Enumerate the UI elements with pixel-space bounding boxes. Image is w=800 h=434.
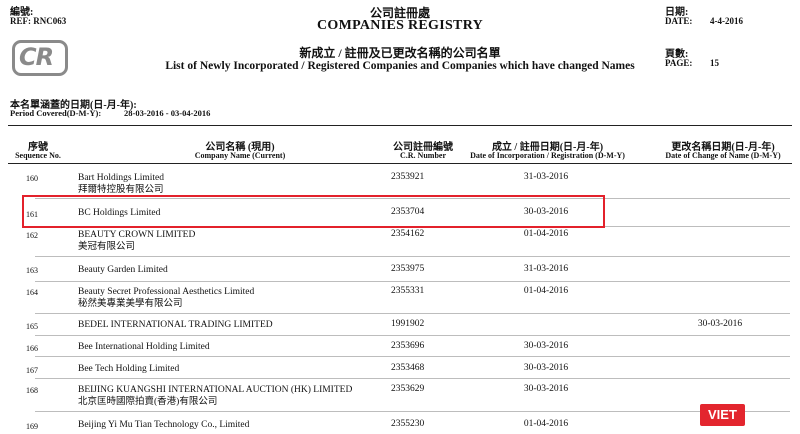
col-seq-en: Sequence No. [15, 151, 61, 160]
period-value: 28-03-2016 - 03-04-2016 [124, 108, 211, 118]
row-inc: 01-04-2016 [523, 286, 569, 296]
row-name-en: BEAUTY CROWN LIMITED [78, 230, 196, 240]
row-name-en: BEIJING KUANGSHI INTERNATIONAL AUCTION (… [78, 385, 353, 395]
row-name-cn: 北京匡時國際拍賣(香港)有限公司 [78, 397, 218, 407]
row-cr: 2355331 [391, 286, 425, 296]
row-seq: 160 [26, 174, 38, 183]
row-cr: 2354162 [391, 229, 425, 239]
row-divider [35, 411, 790, 412]
row-name-en: Beauty Secret Professional Aesthetics Li… [78, 287, 255, 297]
row-divider [35, 313, 790, 314]
date-label-en: DATE: [665, 16, 693, 26]
row-name-en: Bee Tech Holding Limited [78, 364, 180, 374]
row-seq: 168 [26, 386, 38, 395]
row-inc: 01-04-2016 [523, 419, 569, 429]
row-inc: 30-03-2016 [523, 341, 569, 351]
row-inc: 30-03-2016 [523, 384, 569, 394]
date-value: 4-4-2016 [710, 16, 743, 26]
row-cr: 2353629 [391, 384, 425, 394]
row-name-en: Bee International Holding Limited [78, 342, 210, 352]
header-rule-bottom [8, 163, 792, 164]
row-inc: 31-03-2016 [523, 264, 569, 274]
row-name-en: Bart Holdings Limited [78, 173, 165, 183]
row-inc: 30-03-2016 [523, 363, 569, 373]
list-title-en: List of Newly Incorporated / Registered … [165, 60, 635, 72]
col-name-en: Company Name (Current) [194, 151, 286, 160]
row-seq: 167 [26, 366, 38, 375]
row-inc: 31-03-2016 [523, 172, 569, 182]
viet-watermark: VIET [700, 404, 745, 426]
row-cr: 2353975 [391, 264, 425, 274]
row-cr: 1991902 [391, 319, 425, 329]
row-divider [35, 281, 790, 282]
row-seq: 163 [26, 266, 38, 275]
row-seq: 166 [26, 344, 38, 353]
row-cr: 2353921 [391, 172, 425, 182]
row-divider [35, 356, 790, 357]
header-rule-top [8, 125, 792, 126]
col-chg-en: Date of Change of Name (D-M-Y) [665, 151, 781, 160]
col-inc-en: Date of Incorporation / Registration (D-… [470, 151, 625, 160]
row-divider [35, 256, 790, 257]
row-seq: 169 [26, 422, 38, 431]
row-name-en: Beauty Garden Limited [78, 265, 168, 275]
row-seq: 164 [26, 288, 38, 297]
row-seq: 162 [26, 231, 38, 240]
list-title-cn: 新成立 / 註冊及已更改名稱的公司名單 [299, 46, 501, 60]
row-cr: 2355230 [391, 419, 425, 429]
row-name-cn: 秘然美專業美學有限公司 [78, 299, 183, 309]
row-divider [35, 378, 790, 379]
col-cr-en: C.R. Number [400, 151, 446, 160]
row-cr: 2353468 [391, 363, 425, 373]
row-name-en: BEDEL INTERNATIONAL TRADING LIMITED [78, 320, 273, 330]
row-chg: 30-03-2016 [697, 319, 743, 329]
row-cr: 2353696 [391, 341, 425, 351]
period-label-en: Period Covered(D-M-Y): [10, 108, 102, 118]
highlight-box [22, 195, 605, 228]
row-name-en: Beijing Yi Mu Tian Technology Co., Limit… [78, 420, 250, 430]
row-name-cn: 美冠有限公司 [78, 242, 136, 252]
row-divider [35, 335, 790, 336]
row-inc: 01-04-2016 [523, 229, 569, 239]
row-seq: 165 [26, 322, 38, 331]
